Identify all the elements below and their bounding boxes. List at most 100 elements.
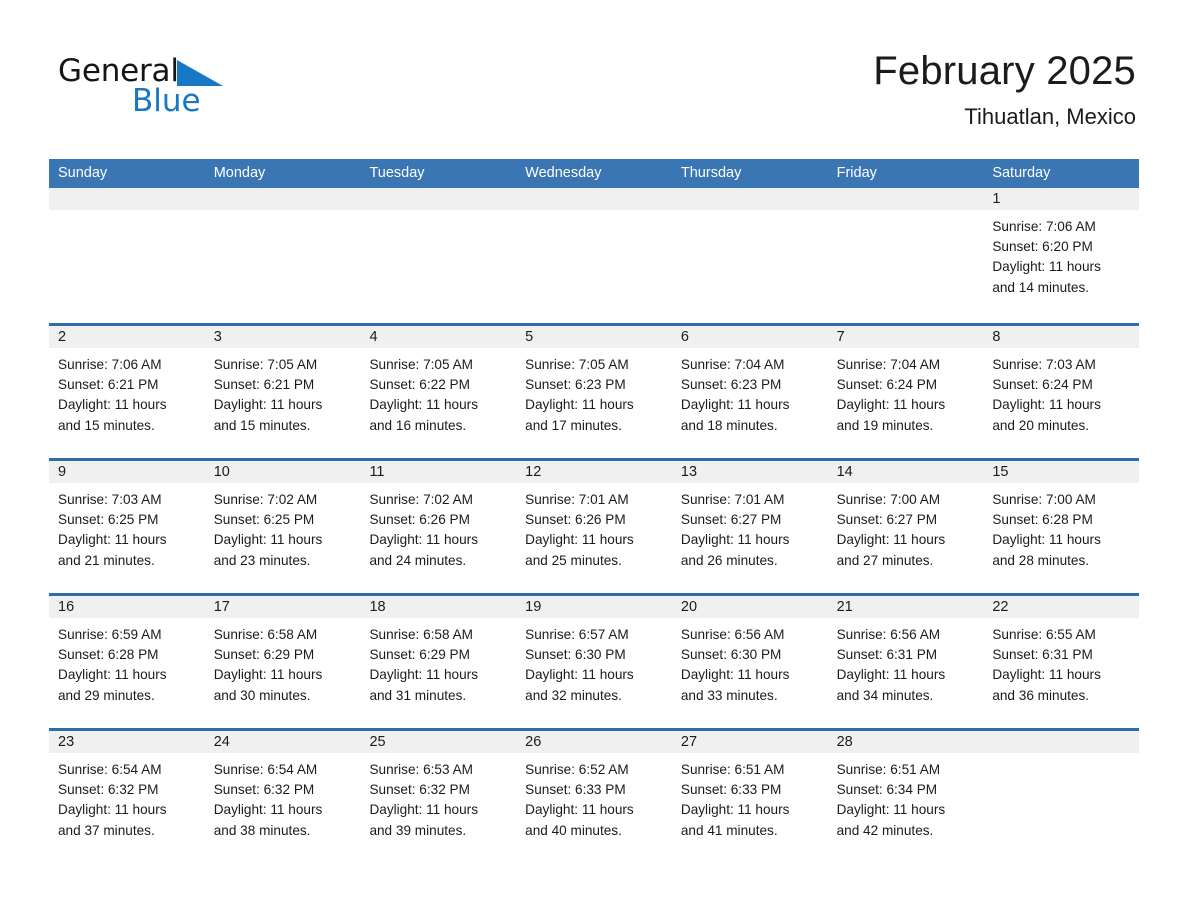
day-details: Sunrise: 6:56 AM Sunset: 6:31 PM Daylight:… xyxy=(828,618,984,706)
day-details: Sunrise: 7:05 AM Sunset: 6:21 PM Daylight:… xyxy=(205,348,361,436)
daylight-text-line1: Daylight: 11 hours xyxy=(836,802,946,818)
daylight-text-line2: and 15 minutes. xyxy=(213,417,311,433)
calendar-day-cell[interactable]: 24 Sunrise: 6:54 AM Sunset: 6:32 PM Dayligh… xyxy=(204,728,361,863)
daylight-text-line2: and 15 minutes. xyxy=(58,417,155,433)
title-block: February 2025 Tihuatlan, Mexico xyxy=(873,46,1136,130)
day-number: 7 xyxy=(836,329,845,345)
daylight-text-line1: Daylight: 11 hours xyxy=(213,532,323,548)
sunrise-text: Sunrise: 7:05 AM xyxy=(213,357,318,372)
day-details: Sunrise: 6:54 AM Sunset: 6:32 PM Daylight:… xyxy=(49,753,205,841)
calendar-day-cell[interactable]: 9 Sunrise: 7:03 AM Sunset: 6:25 PM Daylight… xyxy=(49,458,205,593)
calendar-day-cell[interactable]: 5 Sunrise: 7:05 AM Sunset: 6:23 PM Daylight… xyxy=(516,323,672,458)
day-details: Sunrise: 6:57 AM Sunset: 6:30 PM Daylight:… xyxy=(516,618,672,706)
day-number-band xyxy=(827,188,984,210)
calendar-day-cell-empty xyxy=(204,188,361,323)
calendar-day-cell-empty xyxy=(983,728,1140,863)
calendar-day-cell[interactable]: 4 Sunrise: 7:05 AM Sunset: 6:22 PM Daylight… xyxy=(360,323,517,458)
calendar-day-cell[interactable]: 26 Sunrise: 6:52 AM Sunset: 6:33 PM Dayligh… xyxy=(516,728,672,863)
day-number-band: 11 xyxy=(360,458,517,483)
calendar-day-cell[interactable]: 22 Sunrise: 6:55 AM Sunset: 6:31 PM Dayligh… xyxy=(983,593,1140,728)
calendar-day-cell[interactable]: 25 Sunrise: 6:53 AM Sunset: 6:32 PM Dayligh… xyxy=(360,728,517,863)
daylight-text-line1: Daylight: 11 hours xyxy=(369,667,478,683)
day-number-band: 13 xyxy=(671,458,828,483)
calendar-day-cell[interactable]: 16 Sunrise: 6:59 AM Sunset: 6:28 PM Dayligh… xyxy=(49,593,205,728)
daylight-text-line2: and 19 minutes. xyxy=(836,417,934,433)
daylight-text-line2: and 26 minutes. xyxy=(680,552,778,568)
daylight-text-line1: Daylight: 11 hours xyxy=(836,397,946,413)
day-number: 15 xyxy=(992,464,1009,480)
day-details: Sunrise: 7:02 AM Sunset: 6:25 PM Daylight:… xyxy=(205,483,361,571)
calendar-day-cell[interactable]: 1 Sunrise: 7:06 AM Sunset: 6:20 PM Daylight… xyxy=(983,188,1140,323)
calendar-day-cell[interactable]: 14 Sunrise: 7:00 AM Sunset: 6:27 PM Dayligh… xyxy=(827,458,984,593)
brand-triangle-icon xyxy=(176,60,223,91)
daylight-text-line1: Daylight: 11 hours xyxy=(525,397,634,413)
sunrise-text: Sunrise: 6:56 AM xyxy=(680,627,785,642)
calendar-day-cell[interactable]: 7 Sunrise: 7:04 AM Sunset: 6:24 PM Daylight… xyxy=(827,323,984,458)
day-details: Sunrise: 7:04 AM Sunset: 6:24 PM Daylight:… xyxy=(828,348,984,436)
brand-name-general: General xyxy=(58,53,179,89)
brand-logo[interactable]: General Blue xyxy=(58,54,258,126)
daylight-text-line2: and 23 minutes. xyxy=(213,552,311,568)
day-number-band: 12 xyxy=(516,458,672,483)
weekday-header-wednesday: Wednesday xyxy=(525,165,602,181)
calendar-day-cell[interactable]: 18 Sunrise: 6:58 AM Sunset: 6:29 PM Dayligh… xyxy=(360,593,517,728)
sunset-text: Sunset: 6:22 PM xyxy=(369,377,470,393)
calendar-week-row: 1 Sunrise: 7:06 AM Sunset: 6:20 PM Daylight… xyxy=(49,188,1140,323)
day-details: Sunrise: 7:01 AM Sunset: 6:26 PM Daylight:… xyxy=(516,483,672,571)
page-header: General Blue February 2025 Tihuatlan, Me… xyxy=(0,0,1188,129)
calendar-day-cell[interactable]: 12 Sunrise: 7:01 AM Sunset: 6:26 PM Dayligh… xyxy=(516,458,672,593)
calendar-day-cell[interactable]: 2 Sunrise: 7:06 AM Sunset: 6:21 PM Daylight… xyxy=(49,323,205,458)
sunset-text: Sunset: 6:29 PM xyxy=(369,647,470,663)
calendar-day-cell[interactable]: 27 Sunrise: 6:51 AM Sunset: 6:33 PM Dayligh… xyxy=(671,728,828,863)
daylight-text-line2: and 25 minutes. xyxy=(525,552,622,568)
sunrise-text: Sunrise: 6:59 AM xyxy=(58,627,162,642)
daylight-text-line1: Daylight: 11 hours xyxy=(369,397,478,413)
sunset-text: Sunset: 6:26 PM xyxy=(369,512,470,528)
calendar-week-row: 16 Sunrise: 6:59 AM Sunset: 6:28 PM Dayligh… xyxy=(49,593,1140,728)
calendar-grid: Sunday Monday Tuesday Wednesday Thursday… xyxy=(49,159,1140,863)
day-details: Sunrise: 6:54 AM Sunset: 6:32 PM Daylight:… xyxy=(205,753,361,841)
calendar-day-cell[interactable]: 21 Sunrise: 6:56 AM Sunset: 6:31 PM Dayligh… xyxy=(827,593,984,728)
daylight-text-line1: Daylight: 11 hours xyxy=(680,532,790,548)
weekday-header-row: Sunday Monday Tuesday Wednesday Thursday… xyxy=(49,159,1139,188)
daylight-text-line1: Daylight: 11 hours xyxy=(213,667,323,683)
daylight-text-line1: Daylight: 11 hours xyxy=(680,397,790,413)
day-number: 9 xyxy=(58,464,67,480)
day-details: Sunrise: 6:51 AM Sunset: 6:34 PM Daylight:… xyxy=(828,753,984,841)
sunset-text: Sunset: 6:31 PM xyxy=(836,647,938,663)
day-number-band: 20 xyxy=(671,593,828,618)
daylight-text-line1: Daylight: 11 hours xyxy=(525,802,634,818)
calendar-day-cell[interactable]: 15 Sunrise: 7:00 AM Sunset: 6:28 PM Dayligh… xyxy=(983,458,1140,593)
sunset-text: Sunset: 6:25 PM xyxy=(58,512,159,528)
daylight-text-line2: and 33 minutes. xyxy=(680,687,778,703)
sunrise-text: Sunrise: 6:56 AM xyxy=(836,627,941,642)
calendar-day-cell[interactable]: 13 Sunrise: 7:01 AM Sunset: 6:27 PM Dayligh… xyxy=(671,458,828,593)
sunset-text: Sunset: 6:29 PM xyxy=(213,647,315,663)
day-number-band: 16 xyxy=(49,593,205,618)
calendar-day-cell[interactable]: 19 Sunrise: 6:57 AM Sunset: 6:30 PM Dayligh… xyxy=(516,593,672,728)
day-number: 3 xyxy=(213,329,222,345)
daylight-text-line2: and 28 minutes. xyxy=(992,552,1090,568)
calendar-day-cell[interactable]: 17 Sunrise: 6:58 AM Sunset: 6:29 PM Dayligh… xyxy=(204,593,361,728)
day-details: Sunrise: 7:06 AM Sunset: 6:20 PM Daylight:… xyxy=(983,210,1139,298)
calendar-day-cell[interactable]: 8 Sunrise: 7:03 AM Sunset: 6:24 PM Daylight… xyxy=(983,323,1140,458)
daylight-text-line2: and 29 minutes. xyxy=(58,687,155,703)
sunset-text: Sunset: 6:21 PM xyxy=(58,377,159,393)
sunset-text: Sunset: 6:32 PM xyxy=(213,782,315,798)
calendar-day-cell[interactable]: 10 Sunrise: 7:02 AM Sunset: 6:25 PM Dayligh… xyxy=(204,458,361,593)
daylight-text-line2: and 16 minutes. xyxy=(369,417,467,433)
day-number: 11 xyxy=(369,464,385,480)
daylight-text-line1: Daylight: 11 hours xyxy=(992,259,1101,275)
day-details: Sunrise: 6:58 AM Sunset: 6:29 PM Daylight:… xyxy=(205,618,361,706)
day-number: 20 xyxy=(680,599,698,615)
calendar-day-cell[interactable]: 23 Sunrise: 6:54 AM Sunset: 6:32 PM Dayligh… xyxy=(49,728,205,863)
calendar-day-cell[interactable]: 6 Sunrise: 7:04 AM Sunset: 6:23 PM Daylight… xyxy=(671,323,828,458)
calendar-day-cell[interactable]: 3 Sunrise: 7:05 AM Sunset: 6:21 PM Daylight… xyxy=(204,323,361,458)
calendar-day-cell[interactable]: 20 Sunrise: 6:56 AM Sunset: 6:30 PM Dayligh… xyxy=(671,593,828,728)
sunrise-text: Sunrise: 7:04 AM xyxy=(836,357,941,372)
calendar-day-cell[interactable]: 11 Sunrise: 7:02 AM Sunset: 6:26 PM Dayligh… xyxy=(360,458,517,593)
day-number-band: 26 xyxy=(516,728,672,753)
sunset-text: Sunset: 6:25 PM xyxy=(213,512,315,528)
calendar-day-cell[interactable]: 28 Sunrise: 6:51 AM Sunset: 6:34 PM Dayligh… xyxy=(827,728,984,863)
weekday-header-thursday: Thursday xyxy=(680,165,742,181)
